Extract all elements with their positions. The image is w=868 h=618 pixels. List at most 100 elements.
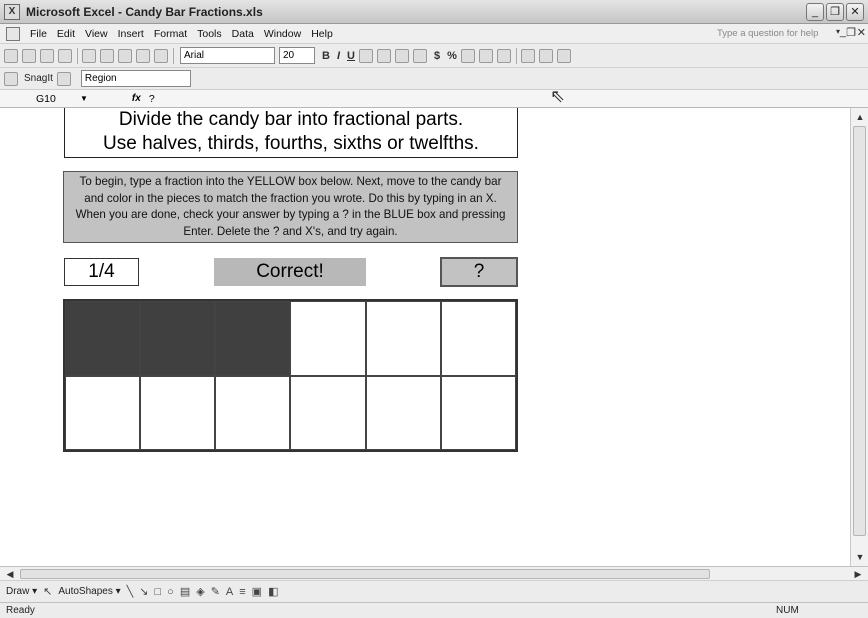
arrow-icon[interactable]: ↘ [139,585,148,598]
scroll-down-icon[interactable]: ▼ [852,549,868,565]
font-name-select[interactable]: Arial [180,47,275,64]
percent-button[interactable]: % [447,50,457,62]
doc-close-button[interactable]: ✕ [857,26,866,39]
fill-color-icon[interactable]: ◈ [196,585,204,598]
excel-icon[interactable]: X [4,3,20,20]
horizontal-scrollbar[interactable]: ◀ ▶ [0,566,868,580]
hyperlink-icon[interactable] [556,48,571,63]
line-style-icon[interactable]: ≡ [239,586,245,598]
candy-piece[interactable] [215,301,291,376]
candy-piece[interactable] [140,301,216,376]
menu-file[interactable]: File [30,28,47,40]
save-icon[interactable] [4,48,18,63]
align-left-icon[interactable] [358,48,373,63]
document-icon[interactable] [6,26,20,41]
menu-view[interactable]: View [85,28,108,40]
draw-menu-button[interactable]: Draw ▾ [6,586,37,597]
select-objects-icon[interactable]: ↖ [43,585,52,598]
menu-bar: File Edit View Insert Format Tools Data … [0,24,868,44]
candy-piece[interactable] [365,375,441,450]
candy-piece[interactable] [365,301,441,376]
menu-data[interactable]: Data [232,28,254,40]
candy-piece[interactable] [65,301,141,376]
sort-descending-icon[interactable] [136,48,150,63]
print-icon[interactable] [22,48,36,63]
borders-icon[interactable] [460,48,475,63]
restore-button[interactable]: ❐ [826,3,844,21]
doc-minimize-button[interactable]: _ [840,26,846,38]
status-bar: Ready NUM [0,602,868,618]
title-box: Divide the candy bar into fractional par… [64,108,518,158]
3d-icon[interactable]: ◧ [268,585,278,598]
menu-help[interactable]: Help [311,28,333,40]
menu-edit[interactable]: Edit [57,28,75,40]
cut-icon[interactable] [82,48,96,63]
currency-button[interactable]: $ [434,50,440,62]
name-box-dropdown-icon[interactable]: ▼ [80,94,88,103]
drawing-toolbar: Draw ▾ ↖ AutoShapes ▾ ╲ ↘ □ ○ ▤ ◈ ✎ A ≡ … [0,580,868,602]
toolbar-divider [77,47,78,64]
name-box[interactable]: G10 [8,93,76,105]
menu-tools[interactable]: Tools [197,28,222,40]
help-search-input[interactable]: Type a question for help [713,26,828,41]
fraction-input-cell[interactable]: 1/4 [64,258,139,286]
candy-piece[interactable] [215,375,291,450]
menu-insert[interactable]: Insert [118,28,144,40]
title-bar: X Microsoft Excel - Candy Bar Fractions.… [0,0,868,24]
menu-format[interactable]: Format [154,28,187,40]
autoshapes-menu-button[interactable]: AutoShapes ▾ [58,586,120,597]
chart-wizard-icon[interactable] [154,48,168,63]
italic-button[interactable]: I [337,50,340,62]
candy-piece[interactable] [140,375,216,450]
toolbar-divider [515,47,517,64]
formula-input[interactable]: ? [149,93,155,105]
heading-line-1: Divide the candy bar into fractional par… [118,109,464,130]
underline-button[interactable]: U [347,50,355,62]
toolbar-divider [173,47,174,64]
print-preview-icon[interactable] [40,48,54,63]
candy-piece[interactable] [440,375,516,450]
research-icon[interactable] [58,48,72,63]
snagit-icon[interactable] [4,71,18,86]
candy-piece[interactable] [440,301,516,376]
chart-icon[interactable] [538,48,553,63]
worksheet[interactable]: Divide the candy bar into fractional par… [0,108,850,566]
font-size-select[interactable]: 20 [279,47,315,64]
close-button[interactable]: ✕ [846,3,864,21]
vertical-scrollbar[interactable]: ▲ ▼ [850,108,868,566]
drawing-icon[interactable] [520,48,535,63]
num-lock-indicator: NUM [776,605,799,616]
merge-center-icon[interactable] [412,48,427,63]
window-title: Microsoft Excel - Candy Bar Fractions.xl… [26,4,263,19]
instructions-panel: To begin, type a fraction into the YELLO… [63,171,518,243]
autosum-icon[interactable] [100,48,114,63]
align-center-icon[interactable] [376,48,391,63]
text-box-icon[interactable]: ▤ [180,585,190,598]
candy-piece[interactable] [290,301,366,376]
oval-icon[interactable]: ○ [167,586,174,598]
minimize-button[interactable]: _ [806,3,824,21]
line-icon[interactable]: ╲ [127,585,134,598]
align-right-icon[interactable] [394,48,409,63]
rectangle-icon[interactable]: □ [155,586,162,598]
snagit-label[interactable]: SnagIt [24,73,53,84]
sort-ascending-icon[interactable] [118,48,132,63]
menu-window[interactable]: Window [264,28,301,40]
scroll-up-icon[interactable]: ▲ [852,109,868,125]
capture-mode-select[interactable]: Region [80,70,191,87]
font-color-icon[interactable] [496,48,511,63]
capture-icon[interactable] [56,71,71,86]
vertical-scroll-thumb[interactable] [853,126,866,536]
candy-piece[interactable] [290,375,366,450]
fill-color-icon[interactable] [478,48,493,63]
bold-button[interactable]: B [322,50,330,62]
check-answer-cell[interactable]: ? [440,257,518,287]
line-color-icon[interactable]: ✎ [211,585,220,598]
shadow-icon[interactable]: ▣ [252,585,262,598]
font-color-icon[interactable]: A [226,586,233,598]
candy-piece[interactable] [65,375,141,450]
formatting-toolbar: Arial 20 B I U $ % [0,44,868,68]
insert-function-icon[interactable]: fx [132,93,141,104]
horizontal-scroll-thumb[interactable] [20,569,710,579]
doc-restore-button[interactable]: ❐ [846,26,856,39]
